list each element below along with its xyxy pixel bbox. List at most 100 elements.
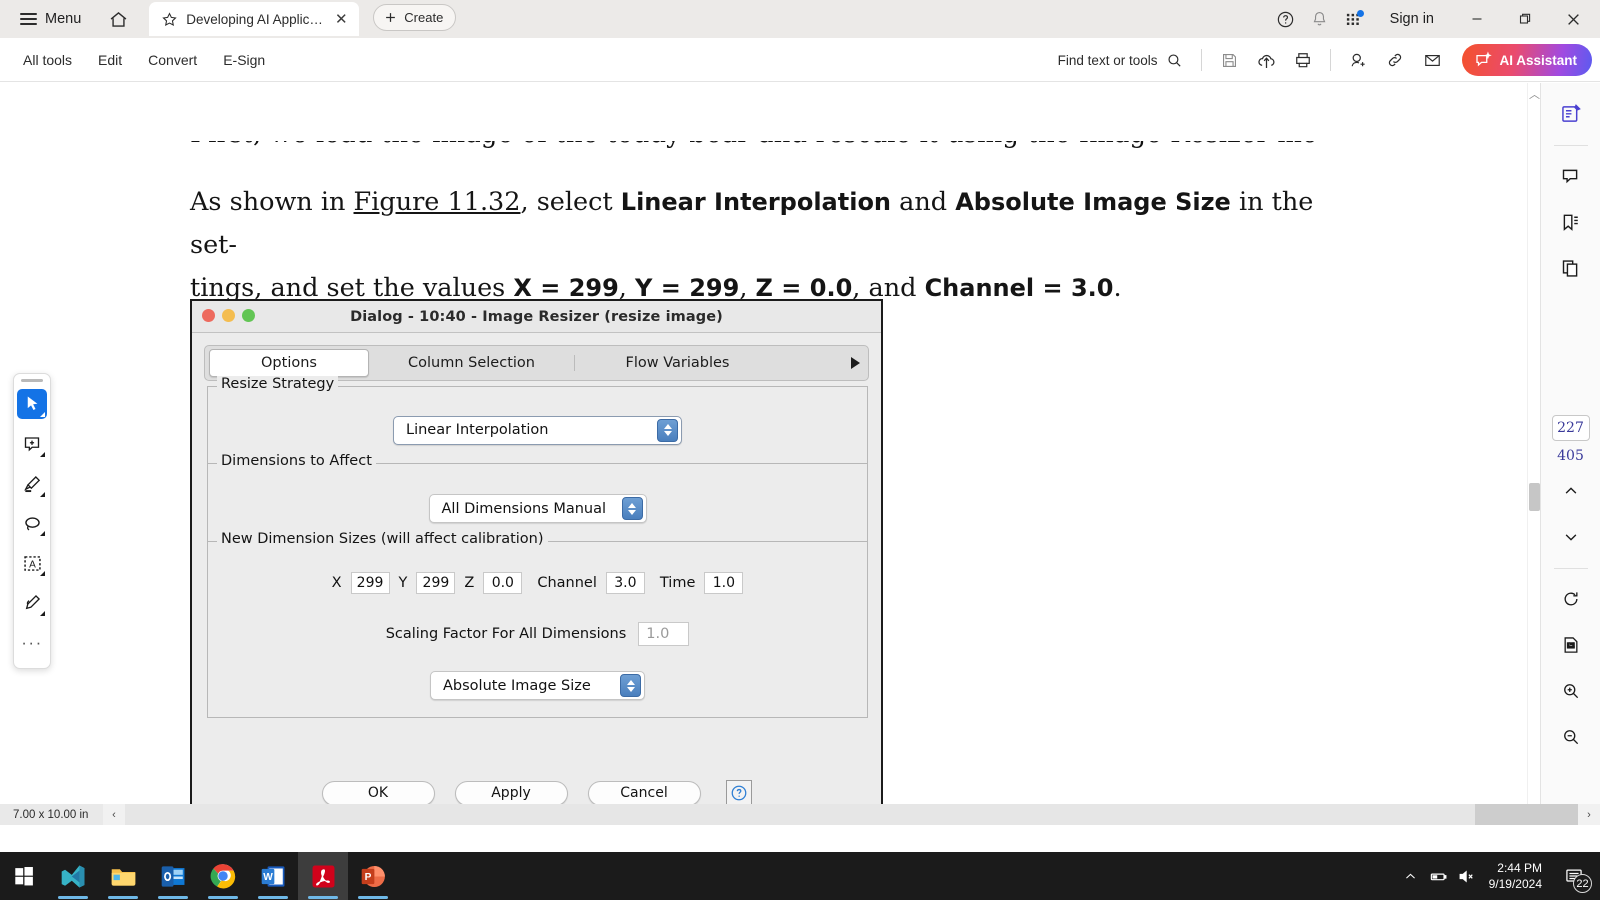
field-z[interactable]: 0.0: [483, 572, 523, 594]
start-button[interactable]: [0, 852, 48, 900]
acrobat-window: Menu Developing AI Applicati... ✕ Create: [0, 0, 1600, 900]
clipped-text-line: First, we load the image of the teddy be…: [190, 141, 1315, 163]
window-close-button[interactable]: [1550, 0, 1596, 38]
taskbar-app-acrobat[interactable]: [298, 852, 348, 900]
app-running-indicator-7: [358, 896, 388, 899]
request-signature-button[interactable]: [1341, 44, 1375, 76]
chevron-updown-icon-3: [620, 674, 641, 697]
menu-esign[interactable]: E-Sign: [212, 45, 276, 75]
restore-button[interactable]: [1502, 0, 1548, 38]
tray-expand-button[interactable]: [1397, 852, 1425, 900]
tab-column-selection[interactable]: Column Selection: [369, 349, 574, 377]
sidebar-item-select-text[interactable]: A: [17, 548, 47, 578]
ai-assistant-button[interactable]: AI Assistant: [1462, 44, 1592, 76]
battery-button[interactable]: [1425, 852, 1453, 900]
help-button[interactable]: [1270, 3, 1302, 35]
cancel-button[interactable]: Cancel: [587, 780, 701, 806]
hamburger-icon: [20, 12, 37, 26]
label-y: Y: [398, 575, 408, 591]
image-size-mode-dropdown[interactable]: Absolute Image Size: [430, 671, 645, 700]
zoom-in-button[interactable]: [1554, 674, 1588, 708]
menu-button[interactable]: Menu: [10, 4, 91, 34]
paragraph-seg-2: , select: [520, 187, 621, 217]
sidebar-item-highlight[interactable]: [17, 469, 47, 499]
share-link-button[interactable]: [1378, 44, 1412, 76]
taskbar-app-word[interactable]: W: [248, 852, 298, 900]
image-size-mode-value: Absolute Image Size: [443, 677, 591, 694]
toolbar-divider: [1201, 49, 1203, 71]
taskbar-app-chrome[interactable]: [198, 852, 248, 900]
sidebar-item-lasso[interactable]: [17, 509, 47, 539]
field-channel[interactable]: 3.0: [605, 572, 645, 594]
print-button[interactable]: [1286, 44, 1320, 76]
taskbar-app-powerpoint[interactable]: P: [348, 852, 398, 900]
label-x: X: [331, 575, 342, 591]
minimize-button[interactable]: [1454, 0, 1500, 38]
rotate-page-button[interactable]: [1554, 582, 1588, 616]
taskbar-app-visual-studio[interactable]: [48, 852, 98, 900]
home-button[interactable]: [101, 3, 135, 35]
document-tab[interactable]: Developing AI Applicati... ✕: [149, 2, 360, 36]
sign-in-button[interactable]: Sign in: [1378, 4, 1446, 34]
chevron-left-icon[interactable]: ‹: [103, 804, 125, 825]
ok-button[interactable]: OK: [321, 780, 435, 806]
sidebar-item-more-tools[interactable]: ···: [17, 628, 47, 658]
minimize-yellow-button[interactable]: [222, 309, 235, 322]
chevron-right-icon[interactable]: ›: [1578, 804, 1600, 825]
create-button-label: Create: [404, 10, 444, 25]
print-icon: [1296, 53, 1311, 68]
apply-button[interactable]: Apply: [454, 780, 568, 806]
field-y[interactable]: 299: [416, 572, 456, 594]
find-button[interactable]: Find text or tools: [1050, 45, 1192, 75]
close-red-button[interactable]: [202, 309, 215, 322]
create-button[interactable]: Create: [373, 4, 457, 31]
notifications-button[interactable]: [1304, 3, 1336, 35]
notification-center-button[interactable]: 22: [1552, 852, 1596, 900]
previous-page-button[interactable]: [1554, 474, 1588, 508]
zoom-green-button[interactable]: [242, 309, 255, 322]
field-time[interactable]: 1.0: [704, 572, 744, 594]
taskbar-clock[interactable]: 2:44 PM 9/19/2024: [1481, 852, 1552, 900]
triangle-right-icon[interactable]: [851, 357, 860, 369]
rail-item-comments[interactable]: [1554, 159, 1588, 193]
document-horizontal-scrollbar[interactable]: ‹ ›: [103, 804, 1600, 825]
figure-cross-reference[interactable]: Figure 11.32: [354, 187, 521, 217]
horizontal-scroll-thumb[interactable]: [125, 804, 1475, 825]
scaling-factor-field[interactable]: 1.0: [638, 622, 690, 646]
menu-convert[interactable]: Convert: [137, 45, 208, 75]
email-button[interactable]: [1415, 44, 1449, 76]
menu-edit[interactable]: Edit: [87, 45, 133, 75]
document-vertical-scrollbar[interactable]: ︿ ﹀: [1527, 83, 1540, 825]
app-switcher-button[interactable]: [1338, 3, 1370, 35]
rail-item-edit-pdf[interactable]: [1554, 97, 1588, 131]
sidebar-item-add-comment[interactable]: [17, 429, 47, 459]
rail-item-bookmarks[interactable]: [1554, 205, 1588, 239]
taskbar-app-outlook[interactable]: [148, 852, 198, 900]
palette-drag-handle[interactable]: [21, 379, 43, 382]
dimensions-to-affect-dropdown[interactable]: All Dimensions Manual: [428, 494, 647, 523]
vertical-scroll-thumb[interactable]: [1529, 483, 1540, 511]
page-number-input[interactable]: 227: [1551, 415, 1590, 441]
save-button[interactable]: [1212, 44, 1246, 76]
fit-page-button[interactable]: 1:1: [1554, 628, 1588, 662]
next-page-button[interactable]: [1554, 520, 1588, 554]
dialog-help-button[interactable]: [725, 780, 752, 806]
upload-button[interactable]: [1249, 44, 1283, 76]
tab-flow-variables[interactable]: Flow Variables: [575, 349, 780, 377]
field-x[interactable]: 299: [350, 572, 390, 594]
tab-options[interactable]: Options: [209, 349, 369, 377]
close-icon[interactable]: ✕: [331, 9, 351, 29]
document-viewport[interactable]: First, we load the image of the teddy be…: [0, 83, 1507, 825]
document-status-bar: 7.00 x 10.00 in ‹ ›: [0, 804, 1600, 825]
taskbar-app-file-explorer[interactable]: [98, 852, 148, 900]
zoom-out-button[interactable]: [1554, 720, 1588, 754]
pen-draw-icon: [25, 595, 41, 610]
sidebar-item-draw[interactable]: [17, 588, 47, 618]
cloud-upload-icon: [1258, 54, 1275, 68]
menu-button-label: Menu: [45, 11, 82, 27]
sidebar-item-select-tool[interactable]: [17, 388, 47, 419]
menu-all-tools[interactable]: All tools: [12, 45, 83, 75]
resize-strategy-dropdown[interactable]: Linear Interpolation: [393, 415, 682, 445]
volume-button[interactable]: [1453, 852, 1481, 900]
rail-item-page-thumbnails[interactable]: [1554, 251, 1588, 285]
